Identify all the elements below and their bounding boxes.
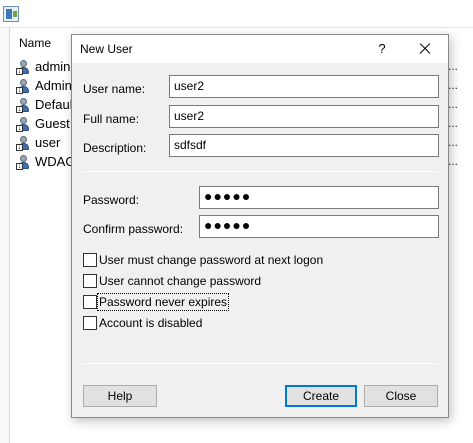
full-name-field[interactable]: user2 xyxy=(169,105,439,128)
account-disabled-checkbox[interactable] xyxy=(83,316,97,330)
account-disabled-label[interactable]: Account is disabled xyxy=(99,316,202,330)
user-name: WDAG xyxy=(35,154,76,169)
list-item-user[interactable]: ↓ user xyxy=(16,133,76,152)
password-never-expires-label[interactable]: Password never expires xyxy=(96,293,230,311)
user-icon: ↓ xyxy=(16,97,32,113)
password-field[interactable]: ●●●●● xyxy=(199,186,439,209)
list-item-user[interactable]: ↓ admin xyxy=(16,57,76,76)
user-name: user xyxy=(35,135,61,150)
toolbar xyxy=(0,0,473,28)
description-field[interactable]: sdfsdf xyxy=(169,134,439,157)
separator xyxy=(82,171,438,172)
confirm-password-field[interactable]: ●●●●● xyxy=(199,215,439,238)
user-icon: ↓ xyxy=(16,135,32,151)
user-name: admin xyxy=(35,59,71,74)
row-truncated-text: ... xyxy=(448,59,459,73)
show-hide-console-tree-icon[interactable] xyxy=(3,6,19,22)
must-change-password-label[interactable]: User must change password at next logon xyxy=(99,253,323,267)
cannot-change-password-checkbox[interactable] xyxy=(83,274,97,288)
close-icon[interactable] xyxy=(413,39,437,59)
row-truncated-text: ... xyxy=(448,116,459,130)
full-name-label: Full name: xyxy=(83,112,140,126)
user-name: Guest xyxy=(35,116,70,131)
confirm-password-label: Confirm password: xyxy=(83,222,184,236)
row-truncated-text: ... xyxy=(448,97,459,111)
row-truncated-text: ... xyxy=(448,135,459,149)
dialog-title: New User xyxy=(80,42,133,56)
cannot-change-password-label[interactable]: User cannot change password xyxy=(99,274,261,288)
close-button[interactable]: Close xyxy=(364,385,438,407)
new-user-dialog: New User ? User name: user2 Full name: u… xyxy=(71,34,449,418)
list-item-user[interactable]: ↓ Default xyxy=(16,95,76,114)
user-icon: ↓ xyxy=(16,78,32,94)
console-tree-pane xyxy=(0,28,10,443)
user-name-label: User name: xyxy=(83,82,146,96)
row-truncated-text: ... xyxy=(448,154,459,168)
column-header-name[interactable]: Name xyxy=(19,36,51,50)
list-item-user[interactable]: ↓ Admin xyxy=(16,76,76,95)
dialog-titlebar[interactable]: New User ? xyxy=(72,35,448,63)
row-truncated-text: ... xyxy=(448,78,459,92)
user-icon: ↓ xyxy=(16,59,32,75)
separator xyxy=(82,363,438,364)
create-button[interactable]: Create xyxy=(285,385,357,407)
password-never-expires-checkbox[interactable] xyxy=(83,295,97,309)
user-icon: ↓ xyxy=(16,154,32,170)
user-name-field[interactable]: user2 xyxy=(169,75,439,98)
help-icon[interactable]: ? xyxy=(372,39,392,59)
list-item-user[interactable]: ↓ Guest xyxy=(16,114,76,133)
help-button[interactable]: Help xyxy=(83,385,157,407)
user-name: Admin xyxy=(35,78,72,93)
password-label: Password: xyxy=(83,193,140,207)
list-item-user[interactable]: ↓ WDAG xyxy=(16,152,76,171)
description-label: Description: xyxy=(83,141,147,155)
user-icon: ↓ xyxy=(16,116,32,132)
must-change-password-checkbox[interactable] xyxy=(83,253,97,267)
